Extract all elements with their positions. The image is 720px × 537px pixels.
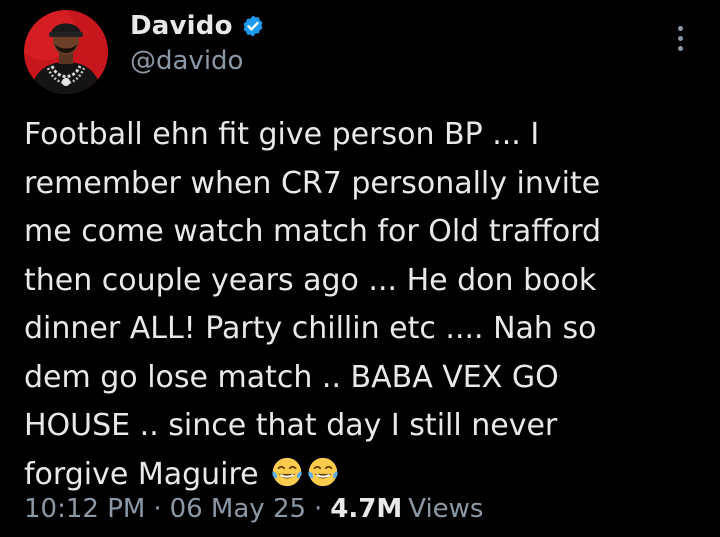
- avatar-image: [24, 10, 108, 94]
- tweet-line: me come watch match for Old trafford: [24, 214, 602, 249]
- tweet-date[interactable]: 06 May 25: [170, 494, 306, 524]
- tweet-line-last: forgive Maguire: [24, 451, 700, 500]
- tweet-line: forgive Maguire: [24, 456, 259, 492]
- face-with-tears-of-joy-icon: [272, 457, 302, 486]
- face-with-tears-of-joy-icon: [308, 457, 338, 486]
- more-vertical-icon[interactable]: [670, 20, 690, 56]
- author-handle[interactable]: @davido: [130, 46, 243, 76]
- meta-separator: ·: [314, 494, 323, 524]
- tweet-line: Football ehn fit give person BP ... I: [24, 117, 540, 152]
- meta-separator: ·: [153, 494, 162, 524]
- tweet-line: HOUSE .. since that day I still never: [24, 408, 558, 443]
- more-dot: [677, 25, 683, 31]
- verified-badge-icon: [241, 14, 265, 38]
- tweet-line: dinner ALL! Party chillin etc .... Nah s…: [24, 311, 597, 346]
- more-dot: [677, 45, 683, 51]
- tweet-meta: 10:12 PM · 06 May 25 · 4.7M Views: [24, 494, 483, 524]
- author-name-row: Davido: [130, 8, 265, 44]
- author-avatar[interactable]: [24, 10, 108, 94]
- more-dot: [677, 35, 683, 41]
- tweet-card: Davido @davido Football ehn fit give per…: [0, 0, 720, 537]
- tweet-line: remember when CR7 personally invite: [24, 165, 601, 201]
- tweet-line: dem go lose match .. BABA VEX GO: [24, 359, 559, 395]
- tweet-time[interactable]: 10:12 PM: [24, 494, 145, 524]
- tweet-line: then couple years ago ... He don book: [24, 262, 597, 298]
- tweet-text: Football ehn fit give person BP ... I re…: [24, 111, 700, 499]
- views-label[interactable]: Views: [408, 494, 483, 524]
- views-count[interactable]: 4.7M: [330, 494, 402, 524]
- author-display-name[interactable]: Davido: [130, 11, 233, 41]
